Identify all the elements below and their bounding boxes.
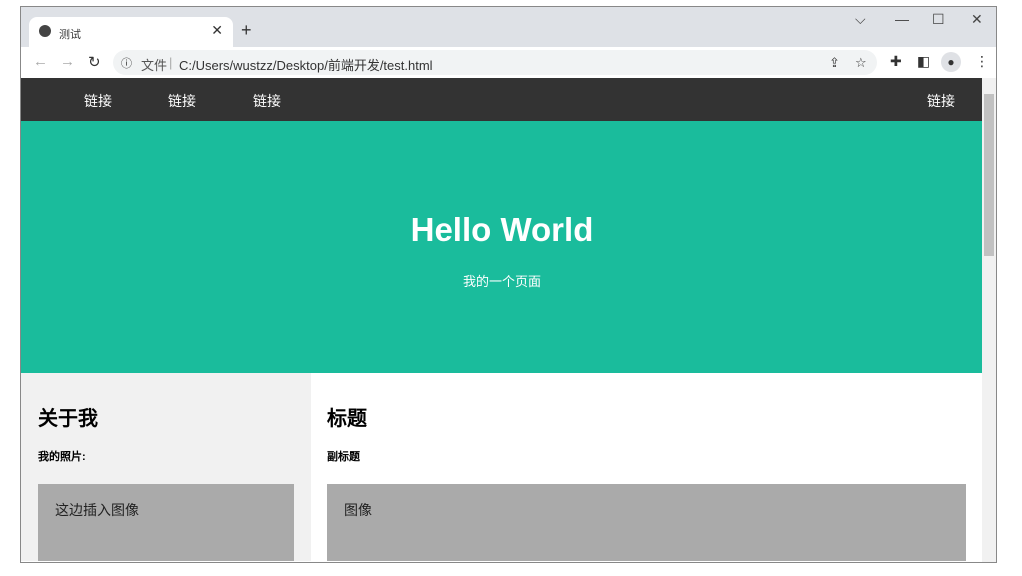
nav-link-3[interactable]: 链接: [253, 91, 281, 111]
close-tab-icon[interactable]: ✕: [211, 22, 223, 39]
hero-header: Hello World 我的一个页面: [21, 121, 983, 373]
info-icon: ⓘ: [121, 58, 132, 70]
address-bar[interactable]: ⓘ 文件 | C:/Users/wustzz/Desktop/前端开发/test…: [113, 50, 877, 75]
nav-link-2[interactable]: 链接: [168, 91, 196, 111]
menu-icon[interactable]: ⋮: [975, 53, 989, 70]
back-button[interactable]: ←: [33, 53, 48, 70]
minimize-button[interactable]: —: [895, 11, 909, 27]
reload-button[interactable]: ↻: [88, 53, 101, 71]
globe-icon: [39, 25, 51, 37]
forward-button[interactable]: →: [60, 53, 75, 70]
main-content: 标题 副标题 图像: [311, 373, 983, 561]
scheme-label: 文件: [141, 58, 168, 73]
side-panel-icon[interactable]: ◧: [917, 53, 930, 70]
main-subheading: 副标题: [327, 451, 360, 463]
profile-avatar-icon[interactable]: ●: [941, 52, 961, 72]
nav-link-right[interactable]: 链接: [927, 91, 955, 111]
browser-window: 测试 ✕ + ⌵ — ☐ ✕ ← → ↻ ⓘ 文件 | C:/Users/wus…: [20, 6, 997, 563]
close-window-button[interactable]: ✕: [971, 11, 983, 28]
hero-title: Hello World: [410, 211, 594, 248]
url-text: C:/Users/wustzz/Desktop/前端开发/test.html: [179, 58, 433, 73]
new-tab-button[interactable]: +: [241, 20, 252, 41]
toolbar: ← → ↻ ⓘ 文件 | C:/Users/wustzz/Desktop/前端开…: [21, 47, 996, 78]
hero-subtitle: 我的一个页面: [462, 274, 541, 289]
maximize-button[interactable]: ☐: [932, 11, 945, 28]
main-image-placeholder: 图像: [327, 484, 966, 561]
page-viewport: 链接 链接 链接 链接 Hello World 我的一个页面 关于我 我的照片:…: [21, 78, 983, 561]
bookmark-star-icon[interactable]: ☆: [855, 55, 867, 71]
tab-title: 测试: [59, 29, 81, 41]
sidebar-subheading: 我的照片:: [38, 451, 86, 463]
vertical-scrollbar[interactable]: [982, 78, 996, 562]
scrollbar-thumb[interactable]: [984, 94, 994, 256]
nav-link-1[interactable]: 链接: [84, 91, 112, 111]
sidebar-image-placeholder: 这边插入图像: [38, 484, 294, 561]
tab-bar: 测试 ✕ + ⌵ — ☐ ✕: [21, 7, 996, 47]
navbar: 链接 链接 链接 链接: [21, 78, 983, 121]
sidebar-heading: 关于我: [38, 408, 98, 430]
tab-search-icon[interactable]: ⌵: [855, 11, 866, 28]
main-heading: 标题: [327, 408, 367, 430]
sidebar: 关于我 我的照片: 这边插入图像: [21, 373, 311, 561]
extensions-icon[interactable]: ✚: [890, 53, 902, 70]
share-icon[interactable]: ⇪: [829, 55, 840, 71]
browser-tab[interactable]: 测试 ✕: [29, 17, 233, 47]
separator: |: [169, 55, 173, 70]
